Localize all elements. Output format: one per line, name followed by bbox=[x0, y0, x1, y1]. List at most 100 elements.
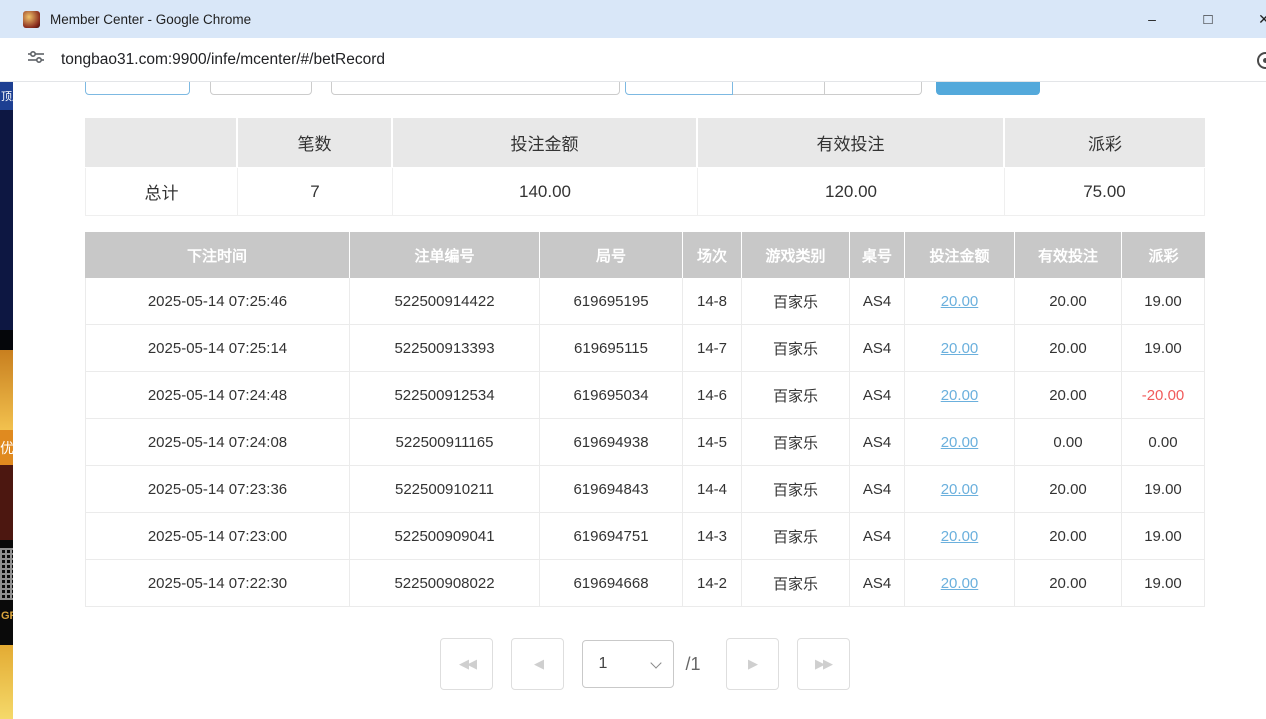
table-row: 2025-05-14 07:23:36522500910211619694843… bbox=[85, 466, 1205, 513]
summary-col-count: 笔数 bbox=[238, 118, 393, 167]
toolbar-button-1[interactable] bbox=[85, 82, 190, 95]
cell-table_no: AS4 bbox=[850, 325, 905, 372]
bet-amount-link[interactable]: 20.00 bbox=[941, 575, 979, 592]
bet-amount-link[interactable]: 20.00 bbox=[941, 528, 979, 545]
column-header-amount: 投注金额 bbox=[905, 232, 1015, 278]
cell-table_no: AS4 bbox=[850, 419, 905, 466]
background-page-strip: 顶度 优 GR bbox=[0, 82, 13, 719]
cell-table_no: AS4 bbox=[850, 560, 905, 607]
cell-valid: 20.00 bbox=[1015, 278, 1122, 325]
cell-session: 14-8 bbox=[683, 278, 742, 325]
cell-amount: 20.00 bbox=[905, 372, 1015, 419]
toolbar-search-input[interactable] bbox=[331, 82, 620, 95]
bet-amount-link[interactable]: 20.00 bbox=[941, 481, 979, 498]
summary-bet-amount-value: 140.00 bbox=[393, 168, 698, 216]
app-icon bbox=[23, 11, 40, 28]
cell-amount: 20.00 bbox=[905, 466, 1015, 513]
cell-time: 2025-05-14 07:23:00 bbox=[85, 513, 350, 560]
summary-total-label: 总计 bbox=[85, 168, 238, 216]
summary-payout-value: 75.00 bbox=[1005, 168, 1205, 216]
page-select[interactable]: 1 bbox=[582, 640, 674, 688]
cell-game: 百家乐 bbox=[742, 466, 850, 513]
browser-settings-icon[interactable] bbox=[1257, 52, 1266, 69]
cell-round: 619695115 bbox=[540, 325, 683, 372]
chevron-down-icon bbox=[651, 657, 662, 668]
cell-amount: 20.00 bbox=[905, 513, 1015, 560]
maximize-button[interactable]: □ bbox=[1180, 0, 1236, 38]
cell-session: 14-5 bbox=[683, 419, 742, 466]
cell-time: 2025-05-14 07:25:46 bbox=[85, 278, 350, 325]
cell-round: 619694843 bbox=[540, 466, 683, 513]
first-page-button[interactable]: ◀◀ bbox=[440, 638, 493, 690]
cell-session: 14-7 bbox=[683, 325, 742, 372]
toolbar-segment-1[interactable] bbox=[625, 82, 733, 95]
prev-page-button[interactable]: ◀ bbox=[511, 638, 564, 690]
cell-game: 百家乐 bbox=[742, 325, 850, 372]
toolbar-search-button[interactable] bbox=[936, 82, 1040, 95]
cell-game: 百家乐 bbox=[742, 513, 850, 560]
bet-amount-link[interactable]: 20.00 bbox=[941, 434, 979, 451]
strip-segment-orange: 优 bbox=[0, 430, 13, 465]
cell-game: 百家乐 bbox=[742, 419, 850, 466]
strip-segment-navy bbox=[0, 110, 13, 330]
table-row: 2025-05-14 07:25:46522500914422619695195… bbox=[85, 278, 1205, 325]
toolbar-segment-3[interactable] bbox=[825, 82, 922, 95]
column-header-valid: 有效投注 bbox=[1015, 232, 1122, 278]
cell-round: 619694938 bbox=[540, 419, 683, 466]
strip-segment-gold-1 bbox=[0, 350, 13, 430]
summary-header: 笔数 投注金额 有效投注 派彩 bbox=[85, 118, 1205, 167]
strip-segment-black-1 bbox=[0, 330, 13, 350]
cell-table_no: AS4 bbox=[850, 513, 905, 560]
address-bar[interactable]: tongbao31.com:9900/infe/mcenter/#/betRec… bbox=[0, 38, 1266, 82]
cell-amount: 20.00 bbox=[905, 560, 1015, 607]
site-settings-icon[interactable] bbox=[27, 48, 45, 71]
page-total-label: /1 bbox=[685, 654, 700, 675]
cell-valid: 0.00 bbox=[1015, 419, 1122, 466]
toolbar-button-2[interactable] bbox=[210, 82, 312, 95]
cell-bet_id: 522500914422 bbox=[350, 278, 540, 325]
cell-amount: 20.00 bbox=[905, 278, 1015, 325]
cell-payout: -20.00 bbox=[1122, 372, 1205, 419]
cell-game: 百家乐 bbox=[742, 372, 850, 419]
window-titlebar[interactable]: Member Center - Google Chrome – □ ✕ bbox=[0, 0, 1266, 38]
cell-valid: 20.00 bbox=[1015, 513, 1122, 560]
cell-payout: 19.00 bbox=[1122, 466, 1205, 513]
column-header-round: 局号 bbox=[540, 232, 683, 278]
url-text[interactable]: tongbao31.com:9900/infe/mcenter/#/betRec… bbox=[61, 51, 385, 69]
strip-segment-gold-2 bbox=[0, 645, 13, 719]
cell-time: 2025-05-14 07:22:30 bbox=[85, 560, 350, 607]
cell-bet_id: 522500912534 bbox=[350, 372, 540, 419]
minimize-button[interactable]: – bbox=[1124, 0, 1180, 38]
table-row: 2025-05-14 07:24:08522500911165619694938… bbox=[85, 419, 1205, 466]
cell-table_no: AS4 bbox=[850, 466, 905, 513]
cell-amount: 20.00 bbox=[905, 419, 1015, 466]
cell-session: 14-3 bbox=[683, 513, 742, 560]
next-page-button[interactable]: ▶ bbox=[726, 638, 779, 690]
cell-payout: 19.00 bbox=[1122, 513, 1205, 560]
toolbar-segment-2[interactable] bbox=[733, 82, 825, 95]
close-button[interactable]: ✕ bbox=[1236, 0, 1266, 38]
summary-valid-bet-value: 120.00 bbox=[698, 168, 1005, 216]
cell-bet_id: 522500908022 bbox=[350, 560, 540, 607]
cell-valid: 20.00 bbox=[1015, 466, 1122, 513]
column-header-game: 游戏类别 bbox=[742, 232, 850, 278]
cell-bet_id: 522500911165 bbox=[350, 419, 540, 466]
cell-round: 619694751 bbox=[540, 513, 683, 560]
summary-col-valid-bet: 有效投注 bbox=[698, 118, 1005, 167]
bet-amount-link[interactable]: 20.00 bbox=[941, 387, 979, 404]
cell-payout: 19.00 bbox=[1122, 278, 1205, 325]
cell-time: 2025-05-14 07:24:08 bbox=[85, 419, 350, 466]
last-page-button[interactable]: ▶▶ bbox=[797, 638, 850, 690]
cell-bet_id: 522500913393 bbox=[350, 325, 540, 372]
pagination: ◀◀ ◀ 1 /1 ▶ ▶▶ bbox=[85, 638, 1205, 690]
cell-game: 百家乐 bbox=[742, 560, 850, 607]
bet-table-header: 下注时间注单编号局号场次游戏类别桌号投注金额有效投注派彩 bbox=[85, 232, 1205, 278]
qr-code-fragment bbox=[0, 548, 13, 600]
bet-amount-link[interactable]: 20.00 bbox=[941, 340, 979, 357]
strip-segment-maroon bbox=[0, 465, 13, 540]
summary-table: 笔数 投注金额 有效投注 派彩 总计 7 140.00 120.00 75.00 bbox=[85, 118, 1205, 216]
summary-col-bet-amount: 投注金额 bbox=[393, 118, 698, 167]
bet-record-table: 下注时间注单编号局号场次游戏类别桌号投注金额有效投注派彩 2025-05-14 … bbox=[85, 232, 1205, 607]
bet-amount-link[interactable]: 20.00 bbox=[941, 293, 979, 310]
cell-session: 14-6 bbox=[683, 372, 742, 419]
